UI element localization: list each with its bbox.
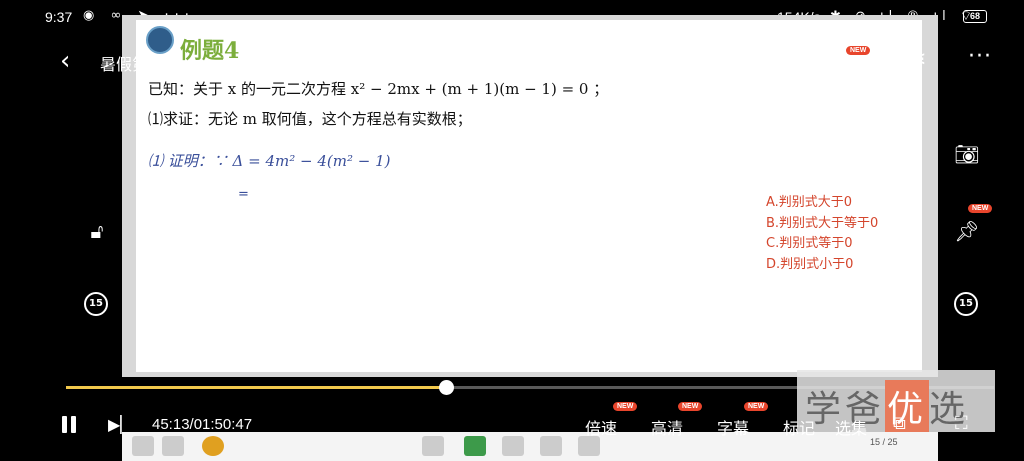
quiz-option-b[interactable]: B.判别式大于等于0	[766, 214, 878, 235]
pip-icon[interactable]: ⧉	[893, 413, 906, 434]
whiteboard-toolbar	[122, 432, 938, 461]
handwritten-proof-line: ⑴ 证明：∵ Δ = 4m² − 4(m² − 1)	[148, 152, 391, 170]
new-badge: NEW	[744, 402, 769, 411]
clock: 9:37	[45, 9, 73, 25]
toolbar-redo-icon[interactable]	[578, 436, 600, 456]
quality-button[interactable]: 高清	[651, 415, 683, 439]
slide-title: 例题4	[180, 38, 240, 64]
pin-icon[interactable]: 📌︎	[952, 216, 982, 246]
new-badge: NEW	[678, 402, 703, 411]
watermark-text: 学爸优选	[805, 380, 969, 432]
fullscreen-icon[interactable]: ⛶	[955, 413, 968, 434]
battery-icon: 68	[963, 10, 987, 23]
pause-icon[interactable]	[60, 416, 78, 434]
quiz-option-c[interactable]: C.判别式等于0	[766, 234, 878, 255]
screen-lock-icon[interactable]: 🔓︎	[82, 216, 112, 246]
toolbar-pen-icon[interactable]	[464, 436, 486, 456]
episodes-button[interactable]: 选集	[835, 415, 867, 439]
toolbar-menu-icon[interactable]	[132, 436, 154, 456]
problem-question: ⑴求证：无论 m 取何值，这个方程总有实数根；	[148, 110, 472, 128]
course-title: 暑假第1讲	[100, 55, 175, 74]
problem-statement: 已知：关于 x 的一元二次方程 x² − 2mx + (m + 1)(m − 1…	[148, 80, 609, 98]
mark-button[interactable]: 标记	[783, 415, 815, 439]
next-episode-icon[interactable]: ▶▏	[108, 416, 133, 434]
rewind-15-icon[interactable]: 15	[84, 292, 114, 322]
screenshot-camera-icon[interactable]: 📷︎	[952, 139, 982, 169]
handwritten-equals: =	[238, 187, 249, 202]
more-menu-icon[interactable]: ···	[965, 44, 995, 72]
quiz-options: A.判别式大于0 B.判别式大于等于0 C.判别式等于0 D.判别式小于0	[766, 193, 878, 275]
toolbar-pointer-icon[interactable]	[422, 436, 444, 456]
toolbar-undo-icon[interactable]	[540, 436, 562, 456]
page-indicator: 15 / 25	[870, 437, 898, 447]
progress-fill	[66, 386, 446, 389]
quiz-option-d[interactable]: D.判别式小于0	[766, 255, 878, 276]
cast-tv-icon[interactable]: TV	[768, 48, 796, 72]
rewind-15-label: 15	[84, 292, 108, 316]
speed-button[interactable]: 倍速	[585, 415, 617, 439]
progress-thumb[interactable]	[439, 380, 454, 395]
quiz-option-a[interactable]: A.判别式大于0	[766, 193, 878, 214]
forward-15-label: 15	[954, 292, 978, 316]
new-badge: NEW	[613, 402, 638, 411]
toolbar-user-icon[interactable]	[202, 436, 224, 456]
playback-time: 45:13/01:50:47	[152, 416, 253, 433]
toolbar-eraser-icon[interactable]	[502, 436, 524, 456]
subtitle-button[interactable]: 字幕	[717, 415, 749, 439]
teacher-logo-icon	[146, 26, 174, 54]
back-icon[interactable]: ‹	[60, 48, 84, 76]
toolbar-file-icon[interactable]	[162, 436, 184, 456]
new-badge: NEW	[846, 46, 871, 55]
new-badge: NEW	[968, 204, 993, 213]
forward-15-icon[interactable]: 15	[954, 292, 984, 322]
share-icon[interactable]: ⋖	[904, 46, 932, 74]
